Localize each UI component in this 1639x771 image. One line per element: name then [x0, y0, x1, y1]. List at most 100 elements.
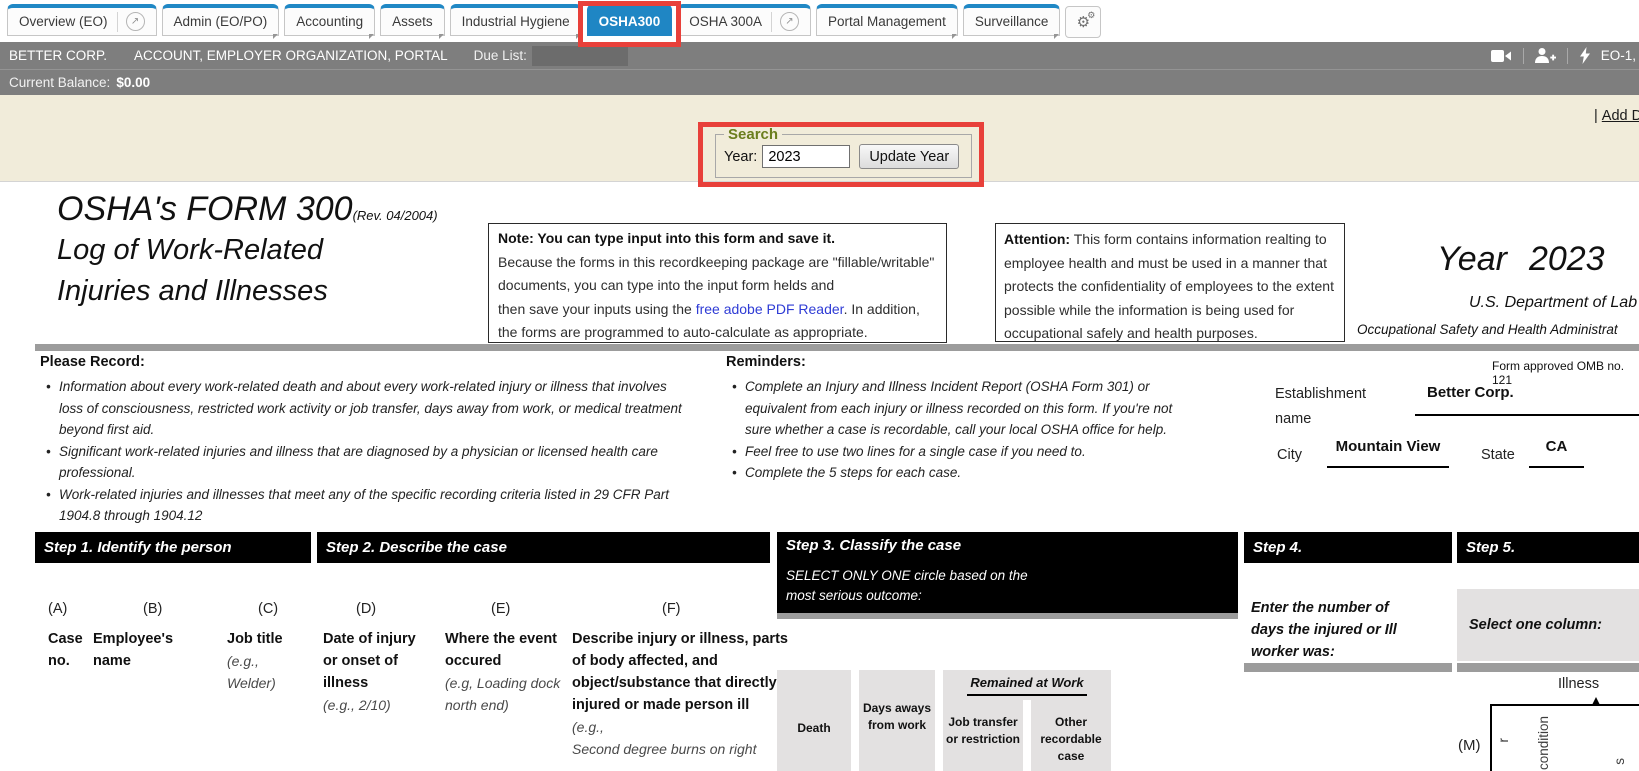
col-a-letter: (A): [48, 601, 67, 617]
attention-heading: Attention:: [1004, 231, 1070, 247]
submenu-fold-icon: [1054, 34, 1059, 39]
year-label: Year:: [724, 149, 757, 165]
classify-columns: Death Days aways from work Remained at W…: [777, 670, 1197, 771]
submenu-fold-icon: [952, 34, 957, 39]
tab-osha-300a[interactable]: OSHA 300A ↗: [677, 4, 811, 36]
attention-box: Attention: This form contains informatio…: [995, 223, 1345, 342]
tab-label: Accounting: [296, 14, 363, 29]
submenu-fold-icon: [439, 34, 444, 39]
video-camera-icon[interactable]: [1491, 49, 1512, 63]
col-b-letter: (B): [143, 601, 162, 617]
tab-label: Admin (EO/PO): [174, 14, 268, 29]
classify-other-recordable-cell[interactable]: Other recordable case: [1031, 700, 1111, 771]
balance-label: Current Balance:: [9, 75, 110, 90]
company-name: BETTER CORP.: [9, 48, 107, 63]
tab-label: OSHA300: [599, 14, 661, 29]
tab-assets[interactable]: Assets: [380, 4, 445, 36]
tab-osha300[interactable]: OSHA300: [587, 4, 673, 36]
reminders-heading: Reminders:: [726, 354, 806, 370]
search-panel: Search Year: Update Year: [715, 126, 972, 178]
pdf-reader-link[interactable]: free adobe PDF Reader: [696, 301, 844, 317]
due-list-dropdown[interactable]: [532, 46, 628, 66]
pipe-separator: |: [1594, 108, 1598, 124]
tab-accounting[interactable]: Accounting: [284, 4, 375, 36]
year-input[interactable]: [762, 145, 850, 168]
note-line2: documents, you can type into the input f…: [498, 274, 937, 298]
step3-header: Step 3. Classify the case SELECT ONLY ON…: [777, 532, 1238, 613]
col-d-title-text: Date of injury or onset of illness: [323, 628, 418, 694]
org-context: ACCOUNT, EMPLOYER ORGANIZATION, PORTAL: [134, 48, 448, 63]
open-in-new-circle-icon[interactable]: ↗: [126, 12, 145, 31]
col-c-letter: (C): [258, 601, 278, 617]
administration-line: Occupational Safety and Health Administr…: [1357, 322, 1618, 337]
classify-job-transfer-cell[interactable]: Job transfer or restriction: [943, 700, 1023, 771]
app-screen: Overview (EO) ↗ Admin (EO/PO) Accounting…: [0, 0, 1639, 771]
column-m-label: (M): [1458, 737, 1481, 754]
establishment-value-field[interactable]: Better Corp.: [1415, 382, 1639, 416]
note-box: Note: You can type input into this form …: [488, 223, 947, 343]
step3-note-line1: SELECT ONLY ONE circle based on the: [786, 566, 1238, 586]
col-d-letter: (D): [356, 601, 376, 617]
city-value-field[interactable]: Mountain View: [1327, 438, 1449, 468]
gear-small-icon: ⚙: [1087, 10, 1095, 21]
illness-type-box: r condition s: [1490, 704, 1639, 771]
divider: [1523, 48, 1524, 64]
form-subtitle: Log of Work-Related Injuries and Illness…: [57, 230, 328, 312]
state-value-field[interactable]: CA: [1529, 438, 1584, 468]
tab-admin-eo-po[interactable]: Admin (EO/PO): [162, 4, 280, 36]
form-year-line: Year 2023: [1437, 240, 1605, 279]
open-in-new-circle-icon[interactable]: ↗: [780, 12, 799, 31]
submenu-fold-icon: [273, 34, 278, 39]
remained-at-work-header: Remained at Work: [943, 670, 1111, 700]
year-value: 2023: [1529, 240, 1605, 279]
tab-separator: [771, 12, 772, 32]
add-link[interactable]: Add D: [1602, 108, 1639, 124]
please-record-heading: Please Record:: [40, 354, 145, 370]
please-record-item: Significant work-related injuries and il…: [44, 441, 684, 484]
settings-button[interactable]: ⚙ ⚙: [1065, 6, 1101, 38]
please-record-list: Information about every work-related dea…: [44, 376, 684, 527]
illness-rotated-fragment: r: [1496, 738, 1511, 743]
remained-at-work-text: Remained at Work: [967, 675, 1086, 696]
col-c-title: Job title (e.g., Welder): [227, 628, 307, 694]
col-f-title: Describe injury or illness, parts of bod…: [572, 628, 792, 760]
lightning-icon[interactable]: [1579, 47, 1591, 64]
tab-label: Portal Management: [828, 14, 946, 29]
step5-underbar: [1457, 663, 1639, 672]
city-label: City: [1277, 447, 1302, 463]
col-a-title: Case no.: [48, 628, 96, 672]
step1-header: Step 1. Identify the person: [35, 532, 311, 563]
osha-form-300: OSHA's FORM 300(Rev. 04/2004) Log of Wor…: [0, 181, 1639, 771]
step4-header: Step 4.: [1244, 532, 1452, 563]
note-line3-pre: then save your inputs using the: [498, 301, 696, 317]
col-e-letter: (E): [491, 601, 510, 617]
illness-rotated-condition: condition: [1536, 716, 1551, 770]
add-user-icon[interactable]: [1535, 48, 1556, 63]
col-f-title-text: Describe injury or illness, parts of bod…: [572, 628, 792, 716]
note-line3: then save your inputs using the free ado…: [498, 298, 937, 322]
illness-label: Illness: [1558, 676, 1599, 692]
tab-overview-eo[interactable]: Overview (EO) ↗: [7, 4, 157, 36]
establishment-label-line2: name: [1275, 407, 1366, 432]
remained-cells: Job transfer or restriction Other record…: [943, 700, 1111, 771]
tab-label: Assets: [392, 14, 433, 29]
submenu-fold-icon: [576, 34, 581, 39]
update-year-button[interactable]: Update Year: [859, 144, 959, 169]
step5-header: Step 5.: [1457, 532, 1639, 563]
balance-bar: Current Balance: $0.00: [0, 69, 1639, 95]
form-title-text: OSHA's FORM 300: [57, 190, 353, 228]
classify-death-cell[interactable]: Death: [777, 670, 851, 771]
tab-portal-management[interactable]: Portal Management: [816, 4, 958, 36]
tab-label: OSHA 300A: [689, 14, 762, 29]
classify-days-away-cell[interactable]: Days aways from work: [859, 670, 935, 771]
please-record-item: Information about every work-related dea…: [44, 376, 684, 441]
form-revision: (Rev. 04/2004): [353, 208, 438, 223]
note-line4: the forms are programmed to auto-calcula…: [498, 321, 937, 345]
reminders-list: Complete an Injury and Illness Incident …: [730, 376, 1190, 484]
form-subtitle-line2: Injuries and Illnesses: [57, 271, 328, 312]
tab-surveillance[interactable]: Surveillance: [963, 4, 1061, 36]
tab-industrial-hygiene[interactable]: Industrial Hygiene: [450, 4, 582, 36]
search-legend: Search: [724, 126, 782, 143]
col-e-title: Where the event occured (e.g, Loading do…: [445, 628, 575, 716]
submenu-fold-icon: [369, 34, 374, 39]
